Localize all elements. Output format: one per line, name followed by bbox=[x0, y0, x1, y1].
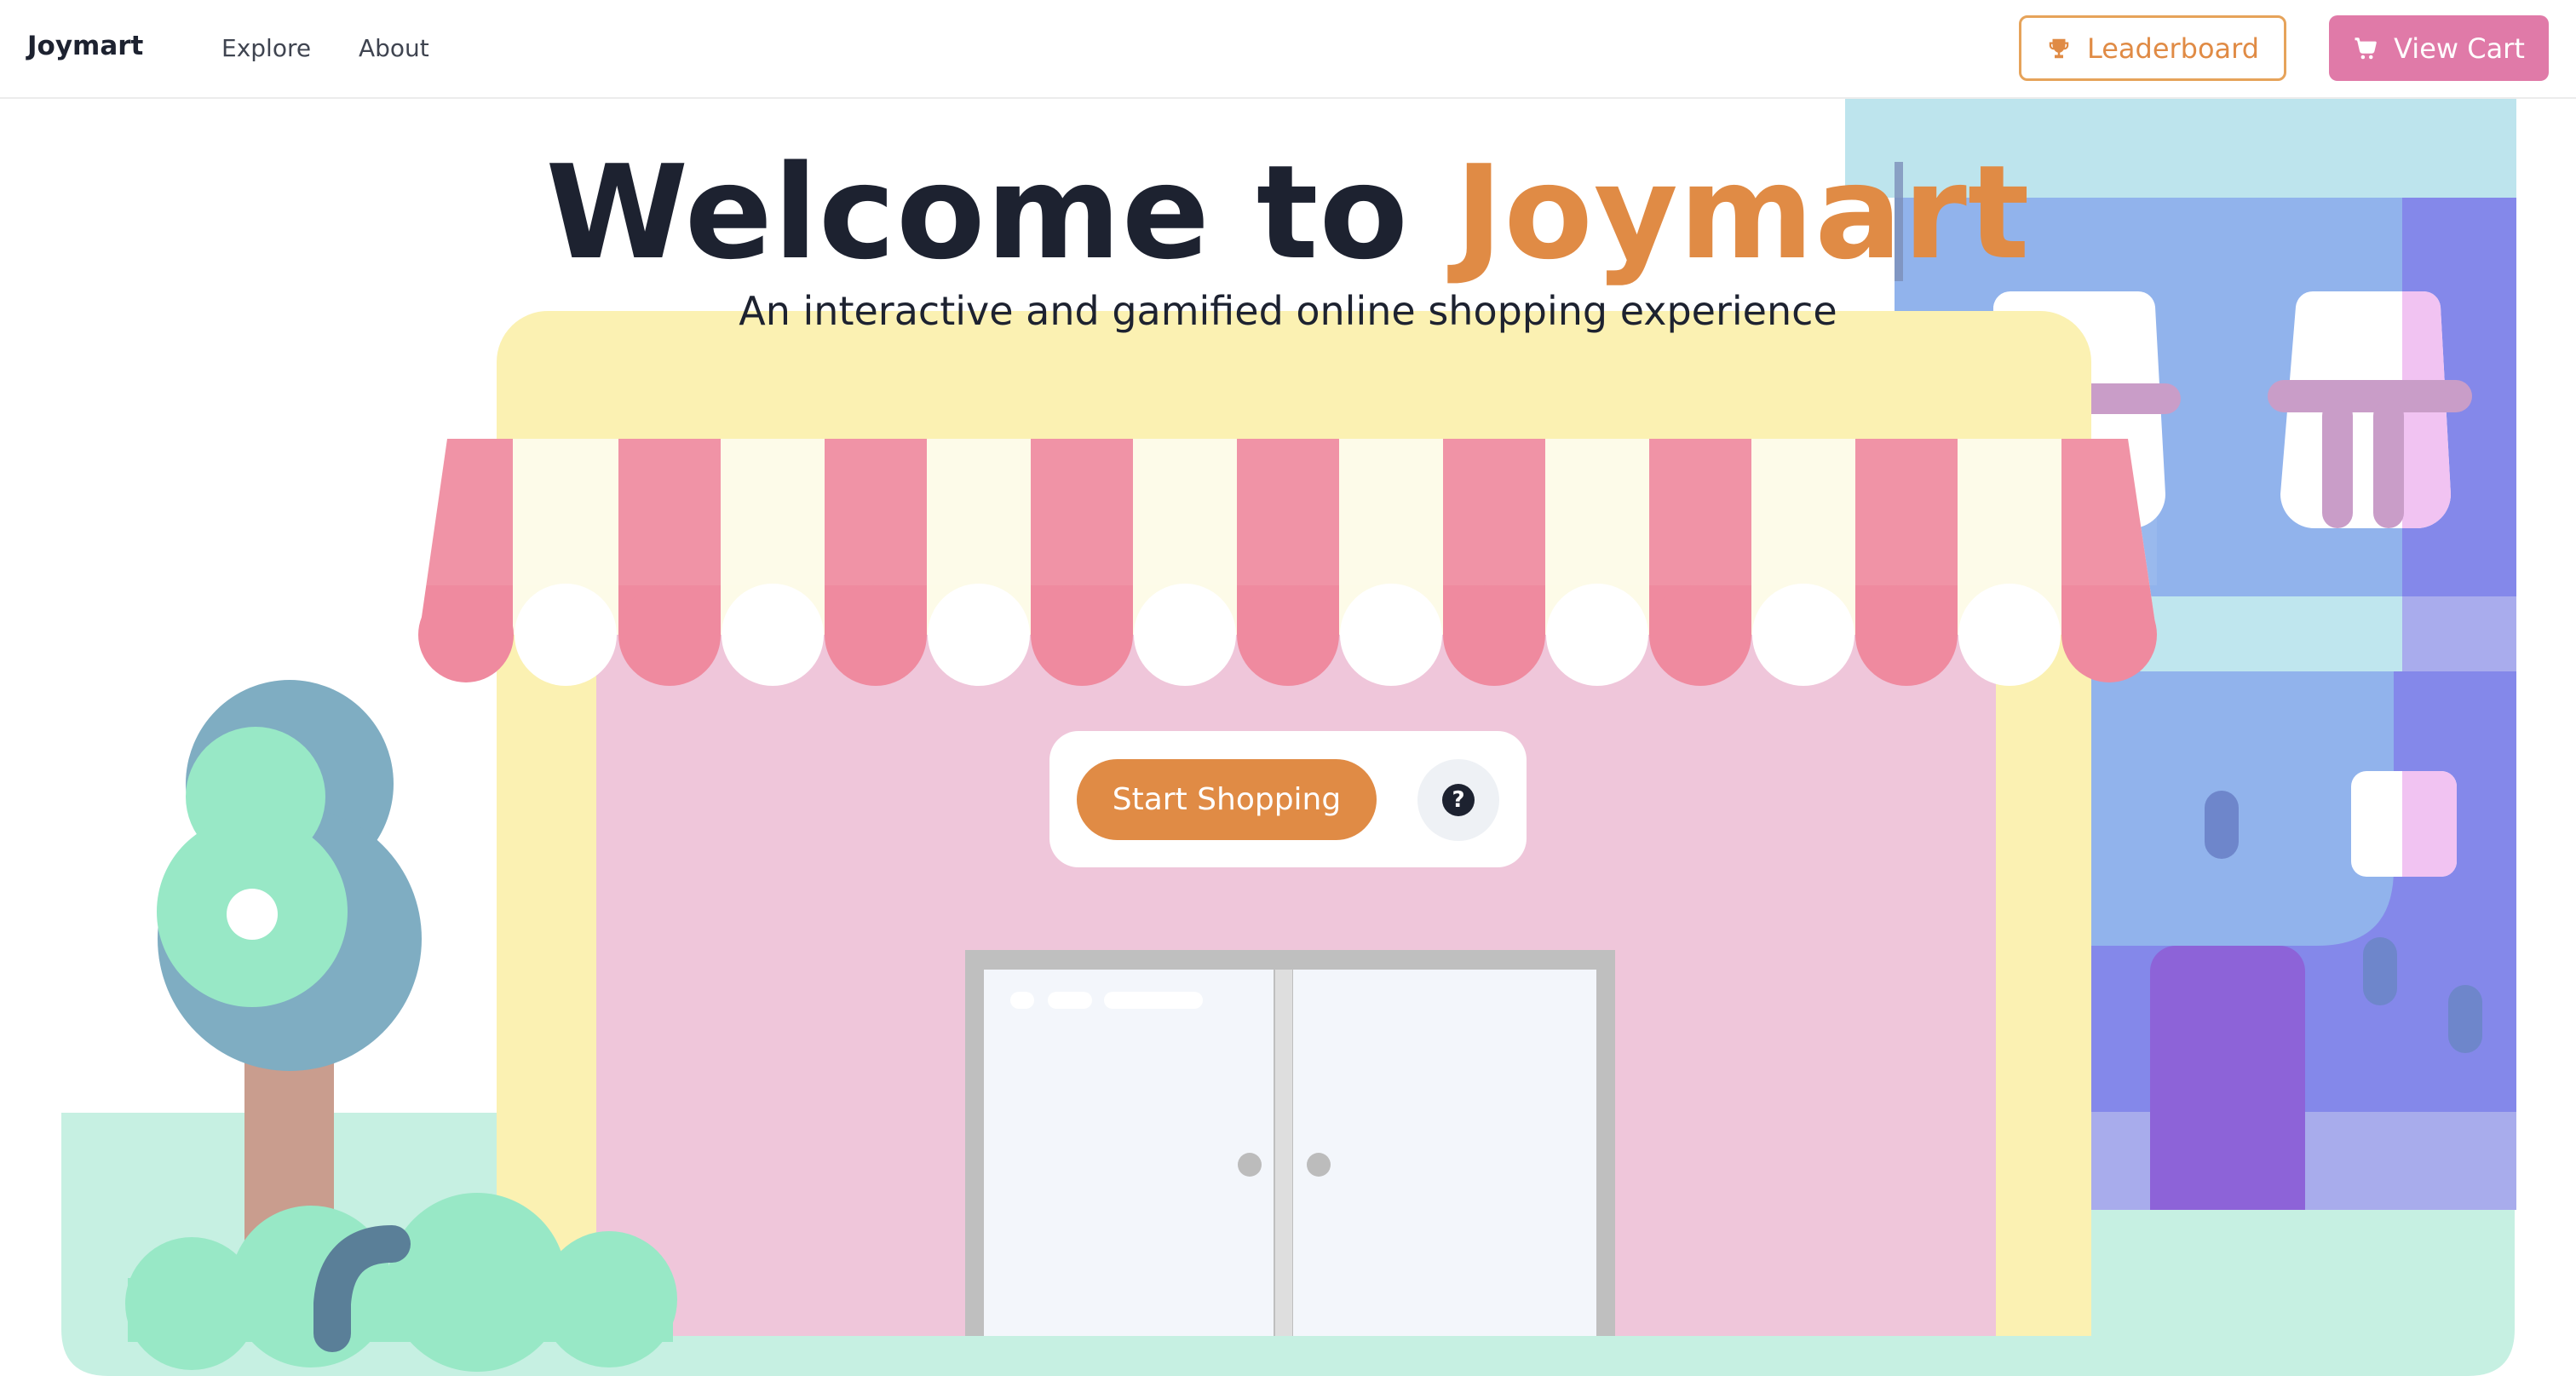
nav-link-about[interactable]: About bbox=[359, 34, 429, 62]
cart-icon bbox=[2353, 36, 2378, 61]
question-circle-icon: ? bbox=[1442, 784, 1475, 816]
view-cart-button[interactable]: View Cart bbox=[2329, 15, 2549, 81]
view-cart-label: View Cart bbox=[2394, 32, 2525, 65]
hero-title-accent: Joymart bbox=[1454, 137, 2031, 288]
typing-caret bbox=[1895, 162, 1903, 281]
trophy-icon bbox=[2046, 36, 2072, 61]
store-awning bbox=[418, 439, 2157, 686]
help-button[interactable]: ? bbox=[1417, 759, 1499, 841]
navbar: Joymart Explore About Leaderboard View C… bbox=[0, 0, 2576, 99]
cta-panel: Start Shopping ? bbox=[1049, 731, 1527, 867]
start-shopping-button[interactable]: Start Shopping bbox=[1077, 759, 1377, 840]
nav-link-explore[interactable]: Explore bbox=[221, 34, 311, 62]
hero-subtitle: An interactive and gamified online shopp… bbox=[739, 288, 1837, 334]
hero-title-prefix: Welcome to bbox=[545, 137, 1455, 288]
brand-logo[interactable]: Joymart bbox=[27, 31, 143, 61]
leaderboard-label: Leaderboard bbox=[2086, 32, 2260, 65]
leaderboard-button[interactable]: Leaderboard bbox=[2019, 15, 2286, 81]
hero-title: Welcome to Joymart bbox=[0, 136, 2576, 290]
